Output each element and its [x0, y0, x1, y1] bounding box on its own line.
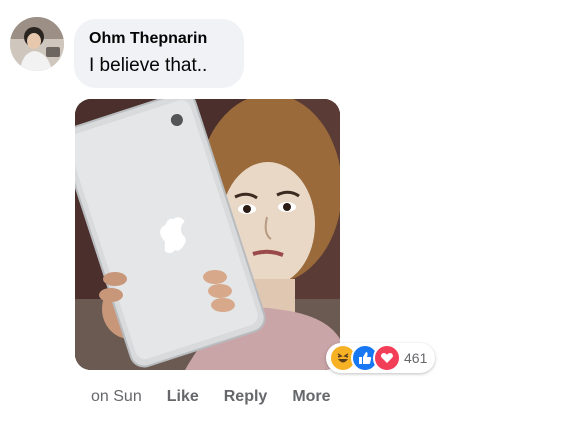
like-button[interactable]: Like	[167, 388, 199, 406]
meme-photo-icon	[75, 99, 340, 370]
avatar[interactable]	[10, 17, 64, 71]
reaction-count: 461	[404, 350, 428, 366]
love-icon	[373, 344, 401, 372]
reply-button[interactable]: Reply	[224, 388, 268, 406]
comment-photo[interactable]	[75, 99, 340, 370]
comment: Ohm Thepnarin I believe that.. 461 on Su…	[0, 0, 583, 431]
timestamp[interactable]: on Sun	[91, 388, 142, 406]
more-button[interactable]: More	[292, 388, 330, 406]
comment-bubble: Ohm Thepnarin I believe that..	[74, 19, 244, 88]
comment-text: I believe that..	[89, 55, 208, 76]
avatar-photo-icon	[10, 17, 64, 71]
author-name[interactable]: Ohm Thepnarin	[89, 29, 230, 49]
reactions-summary[interactable]: 461	[326, 343, 436, 373]
comment-actions: on Sun Like Reply More	[91, 386, 356, 408]
